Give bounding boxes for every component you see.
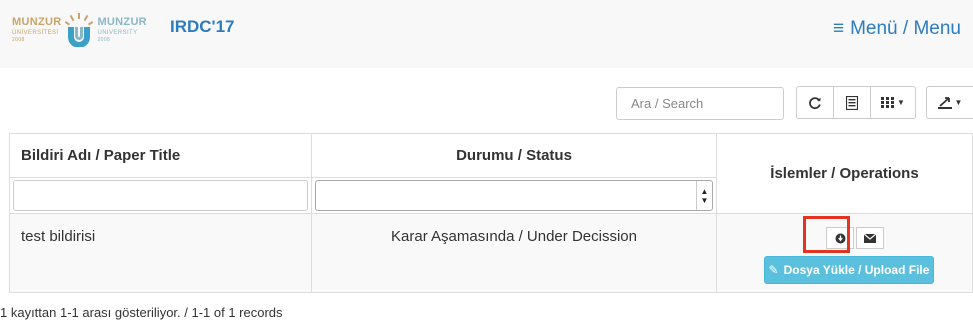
paper-status-cell: Karar Aşamasında / Under Decission [311, 213, 717, 293]
columns-dropdown-button[interactable]: ▼ [870, 86, 916, 119]
table-row: test bildirisi Karar Aşamasında / Under … [9, 213, 973, 293]
operations-icon-group [826, 227, 884, 249]
chevron-down-icon: ▼ [954, 98, 963, 107]
chevron-down-icon: ▼ [897, 98, 905, 107]
edit-icon: ✎ [768, 263, 779, 277]
logo-wordmark-en: MUNZUR UNIVERSITY 2008 [97, 16, 147, 43]
university-emblem-icon [65, 13, 94, 47]
university-logo[interactable]: MUNZUR ÜNİVERSİTESİ 2008 MUNZUR UNIVERSI… [12, 10, 147, 50]
logo-wordmark-tr: MUNZUR ÜNİVERSİTESİ 2008 [12, 16, 62, 43]
pagination-info: 1 kayıttan 1-1 arası gösteriliyor. / 1-1… [0, 305, 283, 320]
papers-table: Bildiri Adı / Paper Title Durumu / Statu… [9, 133, 973, 293]
send-mail-button[interactable] [856, 227, 884, 249]
menu-toggle-button[interactable]: ≡ Menü / Menu [833, 18, 961, 40]
operations-cell: ✎ Dosya Yükle / Upload File [716, 213, 973, 293]
top-navbar: MUNZUR ÜNİVERSİTESİ 2008 MUNZUR UNIVERSI… [0, 0, 973, 68]
download-icon [937, 97, 952, 109]
grid-columns-icon [881, 97, 895, 108]
upload-file-label: Dosya Yükle / Upload File [783, 263, 930, 277]
circle-arrow-icon [835, 233, 845, 243]
column-header-status[interactable]: Durumu / Status [311, 133, 717, 178]
search-input[interactable] [616, 87, 784, 120]
column-header-title[interactable]: Bildiri Adı / Paper Title [9, 133, 312, 178]
refresh-button[interactable] [796, 86, 834, 119]
site-brand[interactable]: IRDC'17 [170, 17, 235, 37]
select-arrows-icon: ▲ ▼ [696, 181, 712, 210]
list-view-icon [846, 95, 858, 110]
status-filter-cell: ▲ ▼ [311, 177, 717, 214]
upload-file-button[interactable]: ✎ Dosya Yükle / Upload File [764, 256, 934, 284]
refresh-icon [809, 96, 821, 109]
title-filter-input[interactable] [13, 180, 308, 211]
title-filter-cell [9, 177, 312, 214]
menu-label: Menü / Menu [850, 18, 961, 39]
table-header-row: Bildiri Adı / Paper Title Durumu / Statu… [9, 133, 973, 214]
column-header-operations: İslemler / Operations [716, 133, 973, 214]
export-dropdown-button[interactable]: ▼ [926, 86, 973, 119]
envelope-icon [864, 233, 876, 243]
hamburger-icon: ≡ [833, 18, 845, 39]
paper-title-cell: test bildirisi [9, 213, 312, 293]
view-details-button[interactable] [826, 227, 854, 249]
status-filter-select[interactable]: ▲ ▼ [315, 180, 713, 211]
table-toolbar: ▼ [796, 86, 916, 119]
toggle-view-button[interactable] [833, 86, 871, 119]
